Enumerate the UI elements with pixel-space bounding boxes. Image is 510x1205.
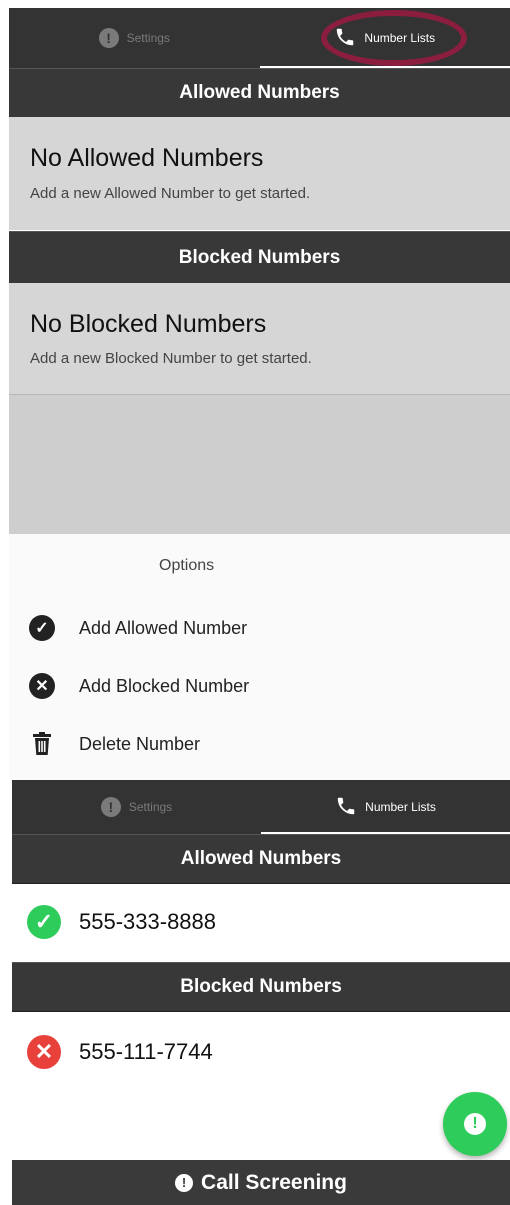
blocked-empty-state: No Blocked Numbers Add a new Blocked Num…: [9, 283, 510, 395]
blocked-numbers-header-label: Blocked Numbers: [180, 976, 342, 997]
x-circle-icon: ✕: [29, 673, 55, 699]
trash-icon: [29, 731, 55, 757]
allowed-number-row[interactable]: ✓ 555-333-8888: [12, 884, 510, 960]
highlight-ellipse: [321, 10, 467, 66]
allowed-number-value: 555-333-8888: [79, 909, 217, 934]
options-title: Options: [159, 557, 215, 574]
tab-settings[interactable]: ! Settings: [12, 780, 261, 834]
empty-background: [9, 395, 510, 534]
alert-icon: !: [100, 797, 121, 817]
bottom-tab-bar: ! Settings Number Lists: [12, 780, 510, 834]
tab-number-lists[interactable]: Number Lists: [261, 780, 510, 834]
blocked-numbers-header-label: Blocked Numbers: [178, 246, 341, 268]
add-blocked-number-label: Add Blocked Number: [79, 675, 250, 696]
allowed-empty-title: No Allowed Numbers: [30, 144, 264, 172]
call-screening-bar[interactable]: ! Call Screening: [12, 1160, 510, 1205]
tab-settings-label: Settings: [128, 800, 173, 814]
add-allowed-number-label: Add Allowed Number: [79, 617, 248, 638]
top-status-strip: [9, 0, 510, 8]
check-circle-icon: ✓: [29, 615, 55, 641]
allowed-numbers-header: Allowed Numbers: [9, 68, 510, 118]
tab-settings-label: Settings: [126, 31, 170, 45]
alert-icon: !: [98, 28, 119, 48]
alert-fab-button[interactable]: !: [443, 1092, 507, 1156]
allowed-empty-state: No Allowed Numbers Add a new Allowed Num…: [9, 117, 510, 230]
blocked-numbers-header: Blocked Numbers: [12, 962, 510, 1012]
tab-number-lists-label: Number Lists: [365, 800, 436, 814]
allowed-numbers-header-label: Allowed Numbers: [179, 82, 340, 103]
blocked-number-row[interactable]: ✕ 555-111-7744: [12, 1012, 510, 1092]
options-sheet: Options ✓ Add Allowed Number ✕ Add Block…: [9, 534, 510, 780]
blocked-empty-subtitle: Add a new Blocked Number to get started.: [30, 350, 312, 367]
top-screen: ! Settings Number Lists Allowed Numbers …: [9, 0, 510, 534]
check-circle-icon: ✓: [27, 905, 61, 939]
alert-icon: !: [464, 1113, 486, 1135]
alert-icon: !: [175, 1173, 194, 1192]
allowed-empty-subtitle: Add a new Allowed Number to get started.: [30, 185, 311, 202]
call-screening-label: Call Screening: [201, 1170, 347, 1194]
x-circle-icon: ✕: [27, 1035, 61, 1069]
blocked-numbers-header: Blocked Numbers: [9, 231, 510, 284]
add-blocked-number-option[interactable]: ✕ Add Blocked Number: [29, 668, 249, 704]
allowed-numbers-header-label: Allowed Numbers: [180, 848, 342, 869]
delete-number-label: Delete Number: [79, 733, 201, 754]
blocked-number-value: 555-111-7744: [79, 1039, 213, 1064]
allowed-numbers-header: Allowed Numbers: [12, 834, 510, 884]
blocked-empty-title: No Blocked Numbers: [30, 310, 267, 338]
phone-icon: [335, 795, 357, 820]
delete-number-option[interactable]: Delete Number: [29, 726, 200, 762]
tab-settings[interactable]: ! Settings: [9, 8, 260, 68]
add-allowed-number-option[interactable]: ✓ Add Allowed Number: [29, 610, 247, 646]
